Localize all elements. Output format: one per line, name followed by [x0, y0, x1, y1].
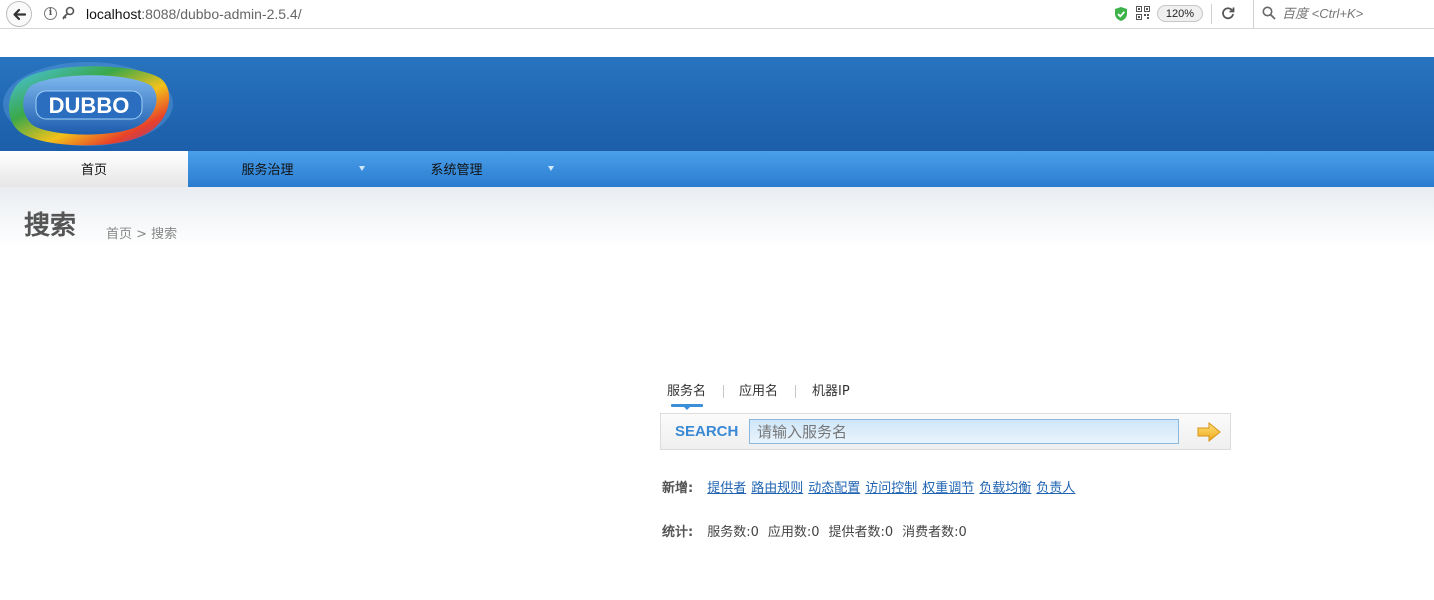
quick-add-label: 新增:	[662, 481, 694, 496]
shield-icon[interactable]	[1114, 6, 1128, 22]
tab-service-name[interactable]: 服务名	[667, 383, 706, 401]
service-count: 服务数:0	[707, 525, 759, 540]
zoom-level-badge[interactable]: 120%	[1157, 5, 1203, 22]
search-input[interactable]	[749, 419, 1179, 444]
add-provider-link[interactable]: 提供者	[707, 481, 746, 496]
tab-application-name[interactable]: 应用名	[739, 383, 778, 401]
search-icon	[1262, 6, 1276, 20]
nav-system-management[interactable]: 系统管理	[377, 151, 566, 187]
add-load-balance-link[interactable]: 负载均衡	[979, 481, 1031, 496]
search-submit-arrow-icon[interactable]	[1197, 422, 1221, 442]
browser-search-placeholder: 百度 <Ctrl+K>	[1282, 6, 1364, 21]
tab-divider	[723, 385, 724, 398]
url-path: :8088/dubbo-admin-2.5.4/	[141, 6, 302, 22]
tab-divider	[795, 385, 796, 398]
app-header: DUBBO	[0, 57, 1434, 151]
dubbo-logo[interactable]: DUBBO	[2, 60, 174, 148]
add-owner-link[interactable]: 负责人	[1036, 481, 1075, 496]
toolbar-divider	[1211, 4, 1212, 24]
add-route-rule-link[interactable]: 路由规则	[751, 481, 803, 496]
main-nav: 首页 服务治理 系统管理	[0, 151, 1434, 187]
provider-count: 提供者数:0	[828, 525, 894, 540]
dropdown-arrow-icon	[548, 166, 554, 171]
browser-toolbar: i localhost:8088/dubbo-admin-2.5.4/ 120%…	[0, 0, 1434, 29]
site-info-icon[interactable]: i	[44, 7, 57, 20]
nav-home-label: 首页	[80, 163, 107, 178]
reload-icon[interactable]	[1221, 6, 1235, 20]
tab-machine-ip[interactable]: 机器IP	[812, 383, 850, 401]
statistics-row: 统计: 服务数:0 应用数:0 提供者数:0 消费者数:0	[662, 525, 976, 541]
qr-code-icon[interactable]	[1136, 6, 1150, 20]
add-dynamic-config-link[interactable]: 动态配置	[808, 481, 860, 496]
logo-text: DUBBO	[49, 93, 130, 118]
nav-home[interactable]: 首页	[0, 151, 188, 187]
statistics-label: 统计:	[662, 525, 694, 540]
browser-search-box[interactable]: 百度 <Ctrl+K>	[1253, 0, 1434, 28]
application-count: 应用数:0	[767, 525, 820, 540]
address-bar[interactable]: localhost:8088/dubbo-admin-2.5.4/	[86, 5, 302, 23]
quick-add-row: 新增: 提供者 路由规则 动态配置 访问控制 权重调节 负载均衡 负责人	[662, 481, 1080, 497]
search-panel: SEARCH	[660, 413, 1231, 450]
search-label: SEARCH	[675, 423, 739, 440]
key-icon[interactable]	[61, 6, 75, 21]
active-tab-caret	[684, 407, 690, 410]
breadcrumb: 首页 > 搜索	[106, 227, 178, 242]
consumer-count: 消费者数:0	[902, 525, 967, 540]
dropdown-arrow-icon	[359, 166, 365, 171]
add-access-control-link[interactable]: 访问控制	[865, 481, 917, 496]
nav-system-management-label: 系统管理	[430, 163, 483, 178]
back-arrow-icon	[13, 8, 27, 21]
page-header: 搜索 首页 > 搜索	[0, 187, 1434, 247]
nav-service-governance-label: 服务治理	[241, 163, 294, 178]
add-weight-adjust-link[interactable]: 权重调节	[922, 481, 974, 496]
page-title: 搜索	[24, 211, 77, 241]
nav-service-governance[interactable]: 服务治理	[188, 151, 377, 187]
url-host: localhost	[86, 6, 142, 22]
back-button[interactable]	[6, 1, 32, 27]
